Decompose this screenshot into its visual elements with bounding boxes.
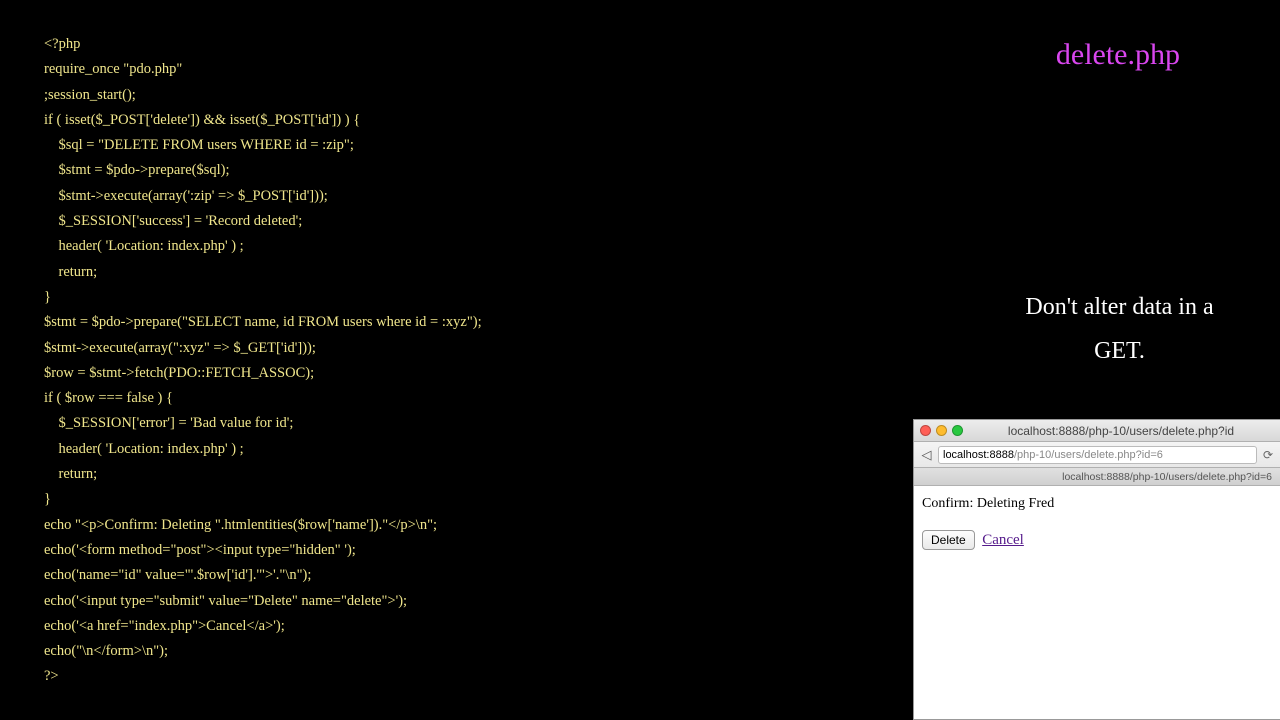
back-icon[interactable]: ◁ bbox=[919, 447, 934, 462]
confirm-text: Confirm: Deleting Fred bbox=[922, 496, 1272, 512]
minimize-icon[interactable] bbox=[936, 425, 947, 436]
page-content: Confirm: Deleting Fred Delete Cancel bbox=[914, 486, 1280, 560]
window-titlebar: localhost:8888/php-10/users/delete.php?i… bbox=[914, 420, 1280, 442]
php-code: <?php require_once "pdo.php" ;session_st… bbox=[44, 32, 482, 690]
close-icon[interactable] bbox=[920, 425, 931, 436]
file-title: delete.php bbox=[1056, 38, 1180, 72]
zoom-icon[interactable] bbox=[952, 425, 963, 436]
delete-button[interactable]: Delete bbox=[922, 530, 975, 550]
url-field[interactable]: localhost:8888/php-10/users/delete.php?i… bbox=[938, 446, 1257, 464]
browser-window: localhost:8888/php-10/users/delete.php?i… bbox=[913, 419, 1280, 720]
tab-bar[interactable]: localhost:8888/php-10/users/delete.php?i… bbox=[914, 468, 1280, 486]
url-host: localhost:8888 bbox=[943, 449, 1014, 461]
url-path: /php-10/users/delete.php?id=6 bbox=[1014, 449, 1163, 461]
window-title: localhost:8888/php-10/users/delete.php?i… bbox=[968, 424, 1274, 438]
url-bar: ◁ localhost:8888/php-10/users/delete.php… bbox=[914, 442, 1280, 468]
slide-caption: Don't alter data in a GET. bbox=[1002, 285, 1237, 374]
refresh-icon[interactable]: ⟳ bbox=[1261, 448, 1275, 462]
cancel-link[interactable]: Cancel bbox=[982, 532, 1024, 548]
